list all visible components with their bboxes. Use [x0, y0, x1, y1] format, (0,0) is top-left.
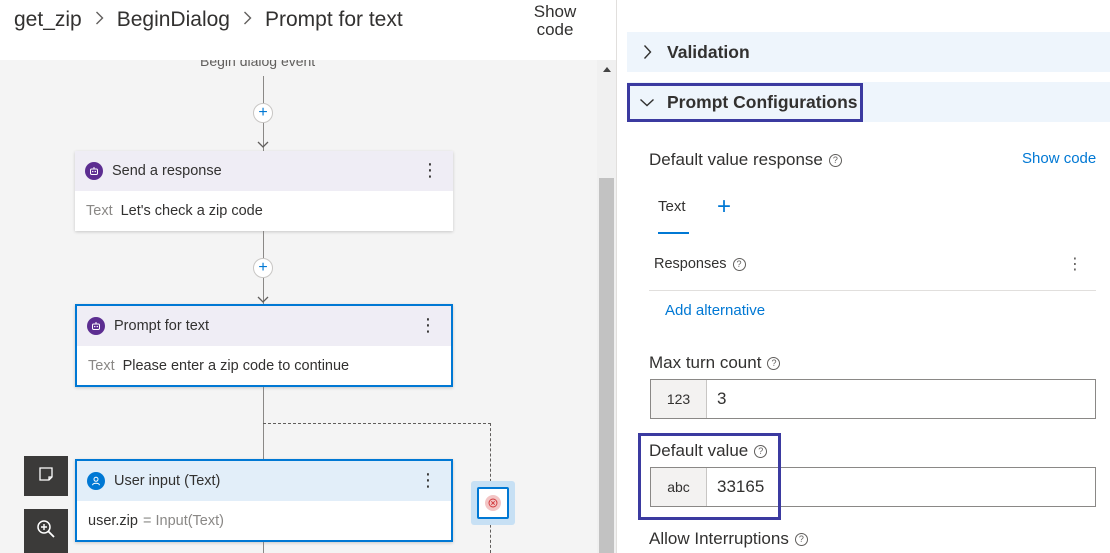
default-value-response-label: Default value response ?	[649, 150, 842, 170]
bot-icon	[85, 162, 103, 180]
node-body-value: = Input(Text)	[142, 513, 224, 529]
more-options-icon[interactable]: ⋮	[419, 316, 437, 334]
node-body-value: Please enter a zip code to continue	[122, 358, 350, 374]
show-code-link[interactable]: Show code	[1022, 150, 1096, 167]
add-alternative-link[interactable]: Add alternative	[665, 302, 765, 319]
canvas-header: get_zip BeginDialog Prompt for text Show…	[0, 0, 620, 60]
scrollbar-thumb[interactable]	[599, 178, 614, 553]
section-title: Validation	[667, 41, 750, 62]
person-icon	[87, 472, 105, 490]
flow-canvas[interactable]: Begin dialog event + Send a response ⋮ T…	[0, 60, 597, 553]
type-badge[interactable]: 123	[651, 380, 707, 418]
info-icon[interactable]: ?	[732, 257, 746, 271]
action-node-prompt-text[interactable]: Prompt for text ⋮ Text Please enter a zi…	[75, 304, 453, 387]
trigger-event-label: Begin dialog event	[200, 60, 316, 69]
responses-label: Responses ?	[654, 256, 746, 272]
branch-node-highlight[interactable]	[471, 481, 515, 525]
tab-underline	[658, 232, 689, 234]
bot-icon	[87, 317, 105, 335]
node-title: Prompt for text	[114, 318, 210, 334]
chevron-right-icon	[95, 11, 104, 30]
comment-icon	[37, 465, 55, 488]
chevron-right-icon	[243, 11, 252, 30]
annotation-highlight	[638, 433, 781, 520]
action-node-send-response[interactable]: Send a response ⋮ Text Let's check a zip…	[75, 151, 453, 231]
scroll-up-icon[interactable]	[597, 64, 616, 78]
comment-button[interactable]	[24, 456, 68, 496]
tab-text[interactable]: Text	[658, 198, 689, 236]
node-body-key: user.zip	[88, 513, 138, 529]
allow-interruptions-label: Allow Interruptions ?	[649, 529, 808, 549]
show-code-button[interactable]: Show code	[530, 3, 580, 39]
canvas-scrollbar[interactable]	[597, 60, 616, 553]
node-body-key: Text	[86, 203, 113, 219]
max-turn-count-field[interactable]: 123 3	[650, 379, 1096, 419]
chevron-right-icon	[627, 44, 667, 60]
error-icon	[485, 495, 501, 511]
breadcrumb: get_zip BeginDialog Prompt for text	[14, 6, 403, 34]
connector-line	[263, 542, 264, 553]
breadcrumb-item-dialog[interactable]: get_zip	[14, 8, 82, 32]
panel-divider[interactable]	[616, 0, 620, 553]
add-action-button[interactable]: +	[253, 258, 273, 278]
zoom-in-button[interactable]	[24, 509, 68, 553]
more-options-icon[interactable]: ⋮	[421, 161, 439, 179]
add-action-button[interactable]: +	[253, 103, 273, 123]
more-options-icon[interactable]: ⋮	[419, 471, 437, 489]
properties-panel: Validation Prompt Configurations Default…	[621, 0, 1110, 553]
more-options-icon[interactable]: ⋮	[1067, 254, 1083, 274]
annotation-highlight	[627, 83, 863, 122]
node-body-key: Text	[88, 358, 115, 374]
branch-connector	[263, 423, 491, 424]
breadcrumb-item-trigger[interactable]: BeginDialog	[117, 8, 230, 32]
node-title: User input (Text)	[114, 473, 221, 489]
breadcrumb-item-action[interactable]: Prompt for text	[265, 8, 403, 32]
add-tab-button[interactable]: +	[717, 195, 731, 219]
authoring-canvas-panel: get_zip BeginDialog Prompt for text Show…	[0, 0, 620, 553]
branch-node[interactable]	[477, 487, 509, 519]
zoom-in-icon	[36, 519, 56, 544]
divider	[649, 290, 1096, 291]
max-turn-count-input[interactable]: 3	[707, 380, 1095, 418]
info-icon[interactable]: ?	[767, 356, 781, 370]
max-turn-count-label: Max turn count ?	[649, 353, 781, 373]
node-title: Send a response	[112, 163, 222, 179]
action-node-user-input[interactable]: User input (Text) ⋮ user.zip = Input(Tex…	[75, 459, 453, 542]
node-body-value: Let's check a zip code	[120, 203, 263, 219]
validation-section-header[interactable]: Validation	[627, 32, 1110, 72]
info-icon[interactable]: ?	[828, 153, 842, 167]
info-icon[interactable]: ?	[794, 532, 808, 546]
